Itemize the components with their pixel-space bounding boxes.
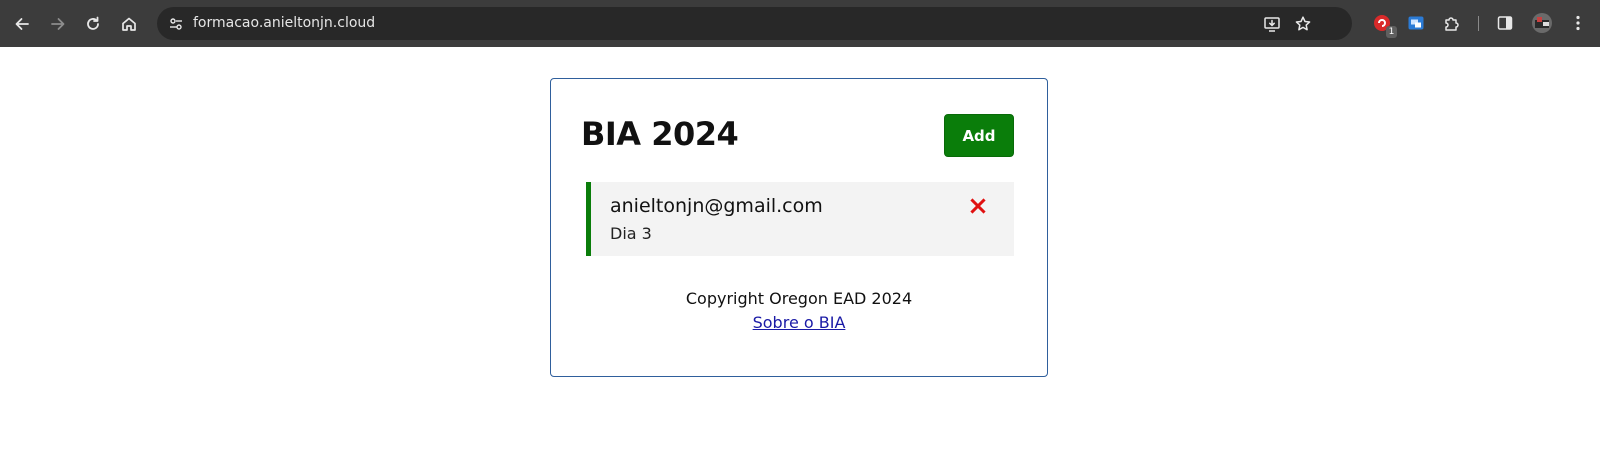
delete-button[interactable] [968, 196, 988, 216]
arrow-right-icon [51, 18, 65, 30]
extension-button-1[interactable]: 1 [1371, 12, 1397, 38]
browser-menu-button[interactable] [1567, 12, 1589, 34]
extension-puzzle-icon [1445, 17, 1459, 31]
extension-button-2[interactable] [1405, 12, 1427, 34]
tune-icon [169, 17, 182, 30]
site-info-button[interactable] [163, 11, 188, 36]
close-x-icon [970, 198, 986, 214]
home-icon [122, 17, 136, 31]
forward-button[interactable] [45, 11, 71, 37]
url-text[interactable]: formacao.anieltonjn.cloud [193, 15, 375, 31]
task-day: Dia 3 [610, 224, 652, 243]
back-button[interactable] [9, 11, 35, 37]
install-app-icon [1264, 17, 1280, 32]
about-link[interactable]: Sobre o BIA [753, 313, 846, 332]
install-app-button[interactable] [1261, 13, 1283, 35]
list-item: anieltonjn@gmail.com Dia 3 [586, 182, 1014, 256]
avatar [1532, 13, 1552, 33]
address-bar[interactable]: formacao.anieltonjn.cloud [157, 7, 1352, 40]
screenshot-extension-icon [1408, 16, 1424, 30]
kebab-menu-icon [1576, 15, 1580, 31]
app-card: BIA 2024 Add anieltonjn@gmail.com Dia 3 … [550, 78, 1048, 377]
browser-toolbar: formacao.anieltonjn.cloud 1 [0, 0, 1600, 47]
side-panel-button[interactable] [1494, 12, 1516, 34]
extension-badge: 1 [1386, 26, 1397, 38]
profile-button[interactable] [1531, 12, 1553, 34]
extensions-menu-button[interactable] [1441, 12, 1463, 34]
star-icon [1295, 16, 1311, 31]
copyright-text: Copyright Oregon EAD 2024 [685, 289, 913, 308]
bookmark-button[interactable] [1292, 13, 1314, 35]
toolbar-divider [1478, 16, 1479, 31]
footer: Copyright Oregon EAD 2024 Sobre o BIA [551, 289, 1047, 332]
page-title: BIA 2024 [581, 115, 739, 153]
reload-icon [87, 16, 99, 30]
reload-button[interactable] [80, 11, 106, 37]
arrow-left-icon [15, 18, 29, 30]
home-button[interactable] [116, 11, 142, 37]
task-email: anieltonjn@gmail.com [610, 195, 823, 217]
add-button[interactable]: Add [944, 114, 1014, 157]
side-panel-icon [1497, 16, 1513, 30]
